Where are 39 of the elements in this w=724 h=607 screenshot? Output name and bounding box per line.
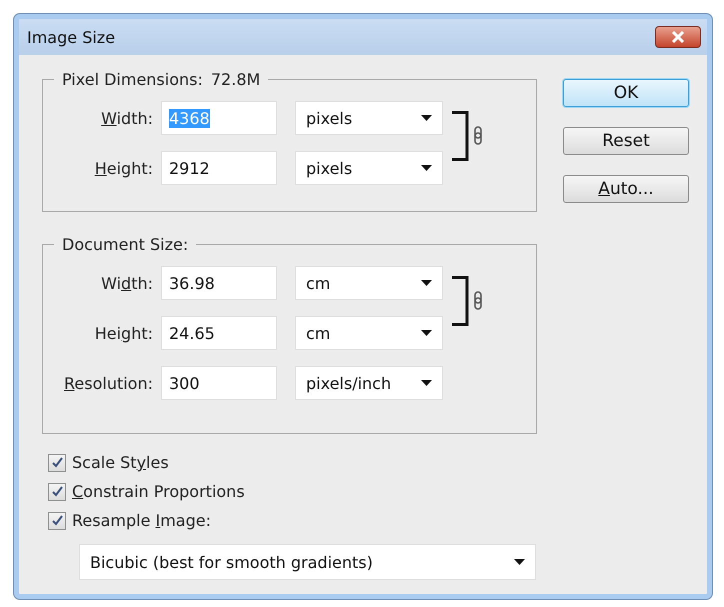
dialog-button[interactable]: Auto... bbox=[563, 175, 689, 203]
checkbox[interactable] bbox=[48, 482, 66, 500]
resample-dropdown[interactable]: Bicubic (best for smooth gradients) bbox=[79, 544, 536, 580]
pixel-size-value: 72.8M bbox=[210, 70, 260, 88]
caret-icon bbox=[421, 165, 432, 171]
close-button[interactable] bbox=[655, 26, 701, 48]
caret-icon bbox=[421, 380, 432, 386]
unit-dropdown[interactable]: pixels bbox=[295, 101, 443, 135]
dialog-button[interactable]: Reset bbox=[563, 127, 689, 155]
input-field[interactable]: 36.98 bbox=[161, 266, 277, 300]
caret-icon bbox=[421, 330, 432, 336]
field-label: Height: bbox=[94, 158, 153, 178]
unit-dropdown[interactable]: cm bbox=[295, 266, 443, 300]
unit-dropdown[interactable]: cm bbox=[295, 316, 443, 350]
caret-icon bbox=[421, 280, 432, 286]
input-field[interactable]: 24.65 bbox=[161, 316, 277, 350]
field-label: Width: bbox=[100, 108, 153, 128]
field-label: Resolution: bbox=[63, 374, 153, 392]
checkmark-icon bbox=[52, 515, 62, 526]
window-title: Image Size bbox=[27, 28, 116, 46]
checkbox[interactable] bbox=[48, 512, 66, 530]
input-field[interactable]: 300 bbox=[161, 366, 277, 400]
checkbox-label: Scale Styles bbox=[72, 453, 169, 472]
group-title: Pixel Dimensions: bbox=[62, 70, 203, 88]
caret-icon bbox=[514, 559, 525, 565]
unit-dropdown[interactable]: pixels bbox=[295, 151, 443, 185]
group-title: Document Size: bbox=[62, 234, 188, 254]
field-label: Height: bbox=[94, 324, 153, 342]
checkbox-label: Constrain Proportions bbox=[72, 482, 245, 501]
checkbox-label: Resample Image: bbox=[72, 511, 211, 530]
caret-icon bbox=[421, 115, 432, 121]
field-label: Width: bbox=[100, 274, 153, 292]
unit-dropdown[interactable]: pixels/inch bbox=[295, 366, 443, 400]
checkmark-icon bbox=[52, 457, 62, 468]
close-icon bbox=[671, 31, 685, 43]
checkmark-icon bbox=[52, 486, 62, 497]
dialog-button[interactable]: OK bbox=[563, 79, 689, 107]
checkbox[interactable] bbox=[48, 454, 66, 472]
input-field[interactable]: 2912 bbox=[161, 151, 277, 185]
